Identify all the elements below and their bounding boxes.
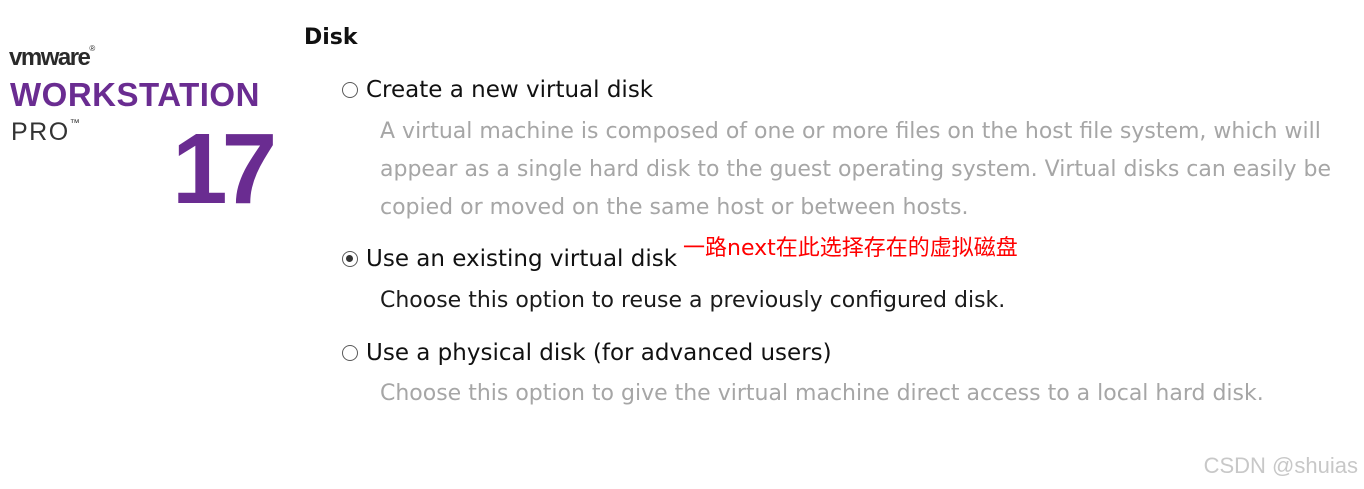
option-description: Choose this option to reuse a previously… [380,288,1006,313]
radio-button-selected[interactable] [342,251,358,267]
option-use-existing-disk[interactable]: Use an existing virtual disk [342,246,677,272]
radio-button-unselected[interactable] [342,82,358,98]
section-title: Disk [304,25,358,50]
option-label: Create a new virtual disk [366,77,654,103]
red-annotation-note: 一路next在此选择存在的虚拟磁盘 [683,236,1018,261]
option-label: Use an existing virtual disk [366,246,678,272]
product-edition: PRO™ [11,118,80,146]
option-create-new-disk[interactable]: Create a new virtual disk [342,77,653,103]
option-label: Use a physical disk (for advanced users) [366,340,832,366]
csdn-watermark: CSDN @shuias [1203,453,1358,478]
vendor-wordmark: vmware® [9,44,96,71]
option-use-physical-disk[interactable]: Use a physical disk (for advanced users) [342,340,832,366]
product-version: 17 [172,113,277,225]
radio-button-unselected[interactable] [342,345,358,361]
option-description: Choose this option to give the virtual m… [380,381,1264,406]
option-description: A virtual machine is composed of one or … [380,119,1332,220]
vmware-workstation-logo: vmware® WORKSTATION PRO™ 17 [0,0,280,489]
product-name: WORKSTATION [10,76,260,113]
